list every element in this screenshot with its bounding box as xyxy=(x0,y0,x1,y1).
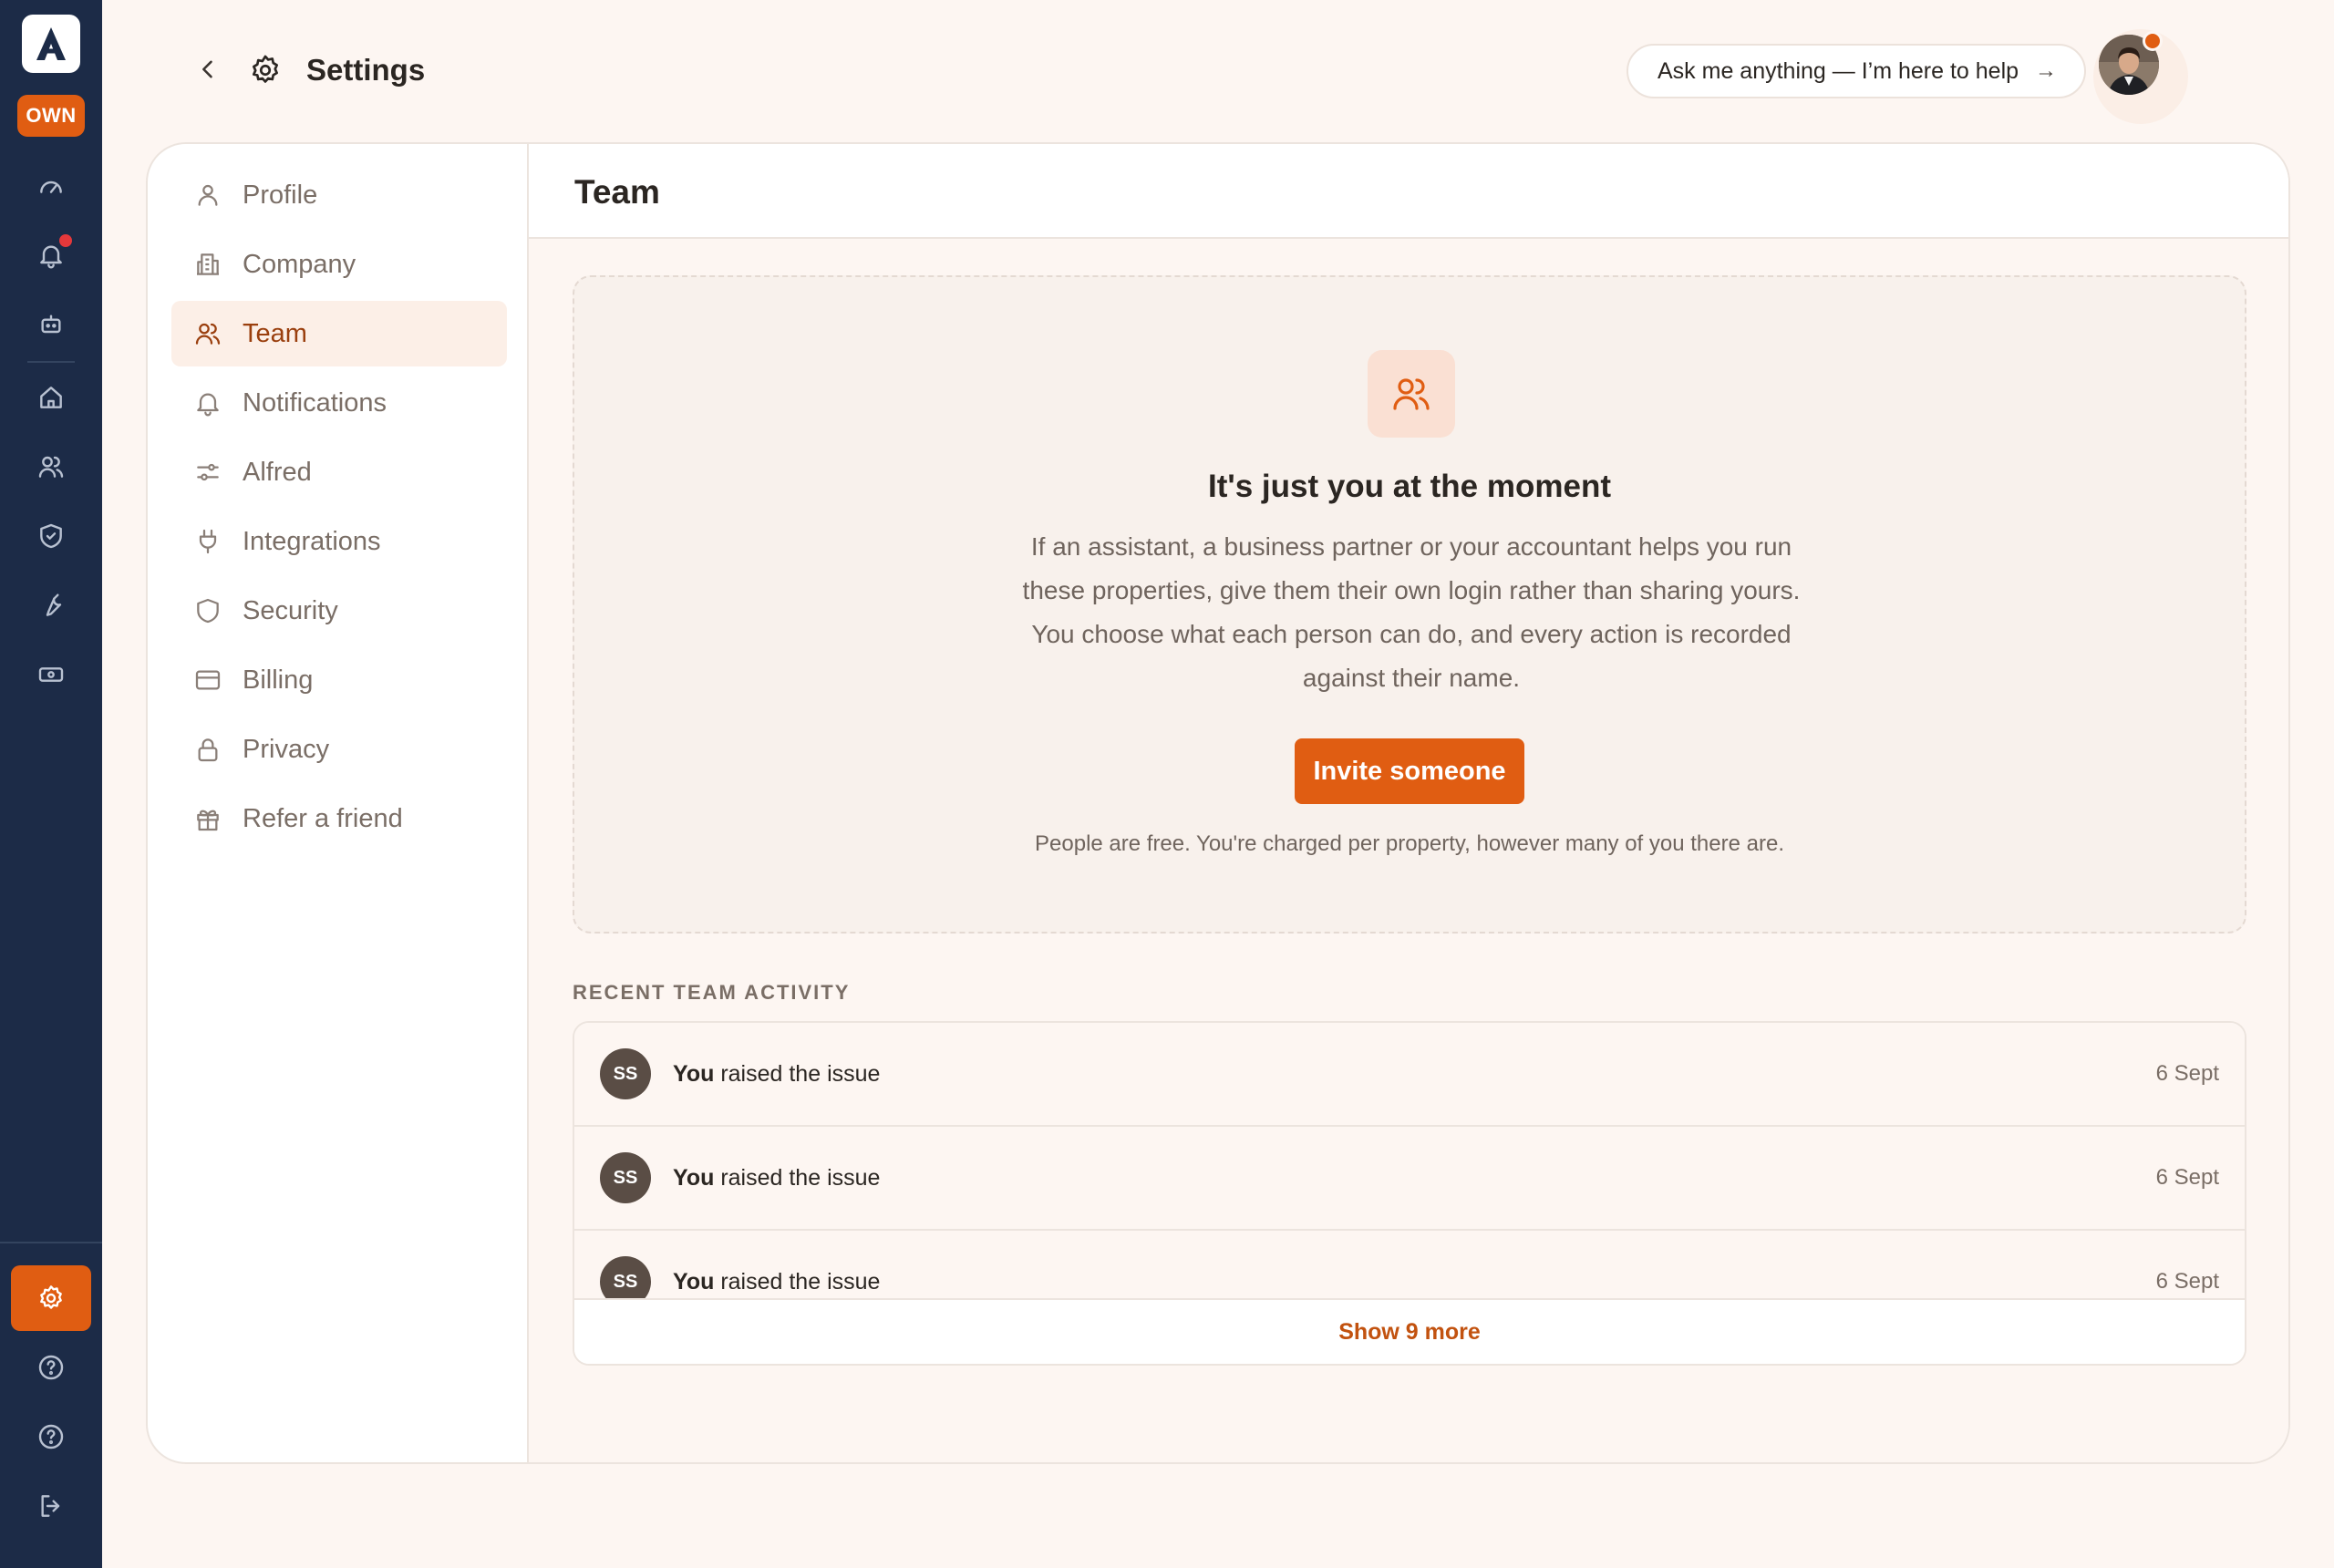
subnav-item-label: Refer a friend xyxy=(243,803,403,833)
rail-logout[interactable] xyxy=(29,1484,73,1528)
empty-state-title: It's just you at the moment xyxy=(1208,469,1611,504)
rail-finance[interactable] xyxy=(29,653,73,696)
home-icon xyxy=(40,387,62,408)
activity-section-label: RECENT TEAM ACTIVITY xyxy=(573,981,851,1004)
subnav-item-label: Security xyxy=(243,595,338,625)
team-icon xyxy=(195,323,221,345)
show-more-button[interactable]: Show 9 more xyxy=(574,1298,2245,1364)
subnav-item-label: Integrations xyxy=(243,526,381,556)
bell-icon xyxy=(197,393,219,417)
activity-action: raised the issue xyxy=(720,1060,881,1087)
robot-icon xyxy=(41,315,61,334)
role-badge[interactable]: OWN xyxy=(17,95,85,137)
subnav-item-profile[interactable]: Profile xyxy=(171,162,507,228)
activity-text: You raised the issue xyxy=(673,1061,880,1088)
settings-card: Profile Company Team Notifications Alfre… xyxy=(146,142,2290,1464)
rail-support[interactable] xyxy=(29,1415,73,1459)
subnav-item-integrations[interactable]: Integrations xyxy=(171,509,507,574)
rail-settings[interactable] xyxy=(11,1265,91,1331)
rail-divider xyxy=(0,1242,102,1243)
subnav-item-privacy[interactable]: Privacy xyxy=(171,717,507,782)
subnav-item-label: Profile xyxy=(243,180,318,210)
shield-icon xyxy=(197,598,219,624)
cash-icon xyxy=(38,667,64,682)
settings-gear-icon xyxy=(40,1285,62,1309)
pricing-note: People are free. You're charged per prop… xyxy=(1035,831,1784,856)
avatar-status-dot xyxy=(2143,31,2163,51)
notification-dot xyxy=(57,232,75,250)
actor-avatar: SS xyxy=(600,1048,651,1099)
subnav-item-label: Billing xyxy=(243,665,314,695)
empty-state-body: If an assistant, a business partner or y… xyxy=(1022,532,1801,692)
settings-content: Team It's just you at the moment If an a… xyxy=(529,144,2288,1462)
activity-action: raised the issue xyxy=(720,1164,881,1191)
activity-actor: You xyxy=(673,1060,715,1087)
subnav-item-company[interactable]: Company xyxy=(171,232,507,297)
activity-row[interactable]: SS You raised the issue 6 Sept xyxy=(574,1127,2245,1231)
sliders-icon xyxy=(197,463,219,481)
help-circle-icon xyxy=(38,1355,64,1380)
subnav-item-alfred[interactable]: Alfred xyxy=(171,439,507,505)
rail-help[interactable] xyxy=(29,1346,73,1389)
actor-avatar: SS xyxy=(600,1152,651,1203)
rail-compliance[interactable] xyxy=(29,514,73,558)
invite-someone-button[interactable]: Invite someone xyxy=(1295,738,1524,804)
shield-check-icon xyxy=(40,523,62,549)
plug-icon xyxy=(199,529,217,554)
settings-subnav: Profile Company Team Notifications Alfre… xyxy=(148,144,529,1462)
section-title: Team xyxy=(574,173,660,211)
help-circle-icon xyxy=(38,1424,64,1449)
activity-date: 6 Sept xyxy=(2155,1269,2219,1294)
credit-card-icon xyxy=(195,670,221,690)
subnav-item-notifications[interactable]: Notifications xyxy=(171,370,507,436)
subnav-item-label: Notifications xyxy=(243,387,387,418)
content-header: Team xyxy=(529,144,2288,239)
app-logo[interactable] xyxy=(22,15,80,73)
rail-dashboard[interactable] xyxy=(29,164,73,208)
activity-date: 6 Sept xyxy=(2155,1061,2219,1086)
building-icon xyxy=(197,253,219,275)
rail-maintenance[interactable] xyxy=(29,583,73,627)
subnav-item-refer[interactable]: Refer a friend xyxy=(171,786,507,851)
subnav-item-label: Privacy xyxy=(243,734,330,764)
wrench-icon xyxy=(46,593,62,616)
team-icon xyxy=(1393,378,1430,410)
activity-actor: You xyxy=(673,1268,715,1295)
activity-list: SS You raised the issue 6 Sept SS You ra… xyxy=(573,1021,2246,1366)
activity-row[interactable]: SS You raised the issue 6 Sept xyxy=(574,1023,2245,1127)
empty-state: It's just you at the moment If an assist… xyxy=(573,275,2246,934)
rail-divider xyxy=(27,361,75,363)
settings-header-icon-wrap xyxy=(246,51,284,89)
subnav-item-team[interactable]: Team xyxy=(171,301,507,366)
page-title: Settings xyxy=(306,53,426,87)
activity-date: 6 Sept xyxy=(2155,1165,2219,1190)
rail-properties[interactable] xyxy=(29,376,73,419)
arrow-right-icon: → xyxy=(2035,58,2058,83)
rail-people[interactable] xyxy=(29,445,73,489)
people-icon xyxy=(38,456,64,478)
subnav-item-label: Company xyxy=(243,249,356,279)
gift-icon xyxy=(197,810,219,831)
activity-actor: You xyxy=(673,1164,715,1191)
logo-a-icon xyxy=(36,27,66,60)
subnav-item-label: Team xyxy=(243,318,307,348)
back-button[interactable] xyxy=(191,53,224,86)
activity-text: You raised the issue xyxy=(673,1165,880,1191)
subnav-item-billing[interactable]: Billing xyxy=(171,647,507,713)
dashboard-gauge-icon xyxy=(40,181,62,193)
chevron-left-icon xyxy=(202,60,212,78)
empty-state-icon xyxy=(1368,350,1455,438)
logout-icon xyxy=(41,1495,60,1517)
assistant-prompt-label: Ask me anything — I’m here to help xyxy=(1658,57,2019,84)
activity-action: raised the issue xyxy=(720,1268,881,1295)
app-rail: OWN xyxy=(0,0,102,1568)
subnav-item-security[interactable]: Security xyxy=(171,578,507,644)
assistant-prompt-button[interactable]: Ask me anything — I’m here to help → xyxy=(1627,44,2086,98)
gear-icon xyxy=(252,55,279,83)
user-icon xyxy=(198,184,218,206)
lock-icon xyxy=(198,738,218,762)
subnav-item-label: Alfred xyxy=(243,457,312,487)
rail-automation[interactable] xyxy=(29,303,73,346)
activity-text: You raised the issue xyxy=(673,1269,880,1295)
